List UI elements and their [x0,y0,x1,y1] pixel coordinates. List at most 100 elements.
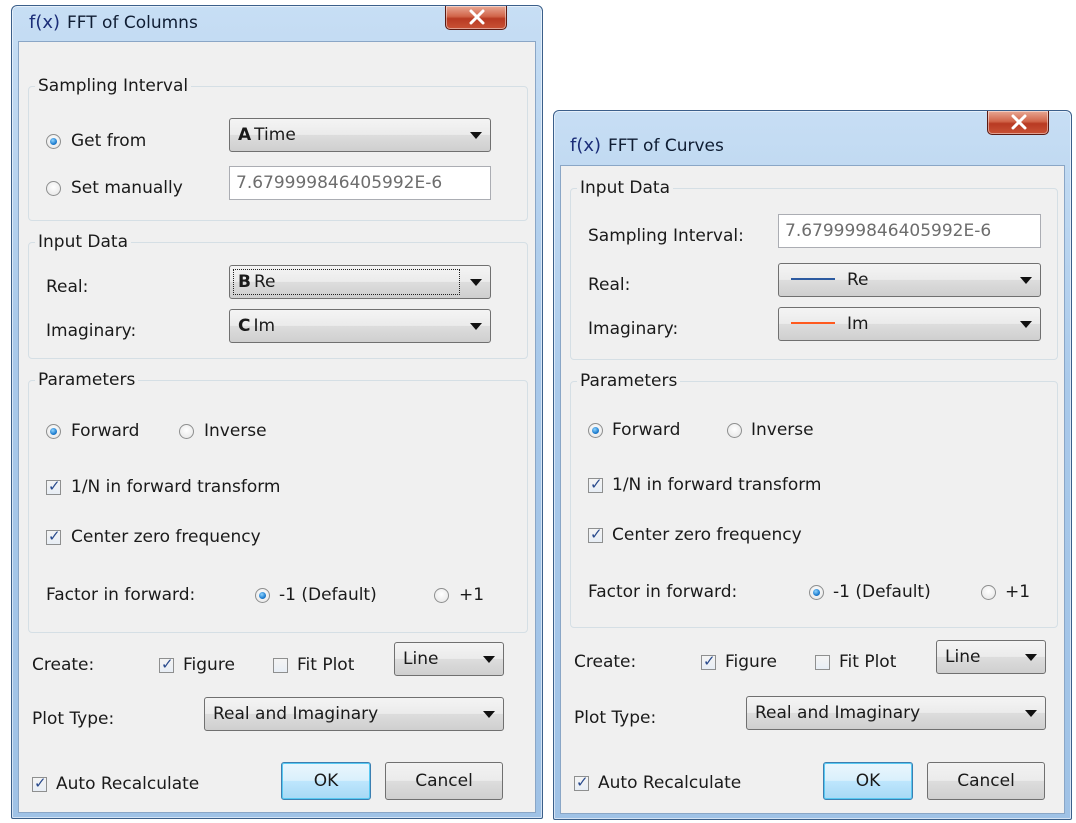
plot-type-label: Plot Type: [574,708,657,728]
chevron-down-icon [470,279,482,286]
inverse-radio[interactable] [179,424,194,439]
factor-label: Factor in forward: [46,585,196,605]
group-label: Sampling Interval [35,75,192,97]
dialog-body: Input Data Sampling Interval: 7.67999984… [560,165,1065,814]
group-label: Input Data [577,177,674,199]
column-name: Time [254,125,296,145]
plot-type-select[interactable]: Real and Imaginary [204,697,504,731]
factor-default-label: -1 (Default) [279,585,377,605]
forward-label: Forward [71,421,140,441]
close-icon [469,9,485,25]
column-name: Im [253,316,276,336]
real-curve-select[interactable]: Re [778,263,1041,297]
one-over-n-label: 1/N in forward transform [71,477,281,497]
line-type-select[interactable]: Line [936,640,1046,674]
figure-label: Figure [725,652,777,672]
column-letter: A [238,125,252,145]
forward-label: Forward [612,420,681,440]
imaginary-label: Imaginary: [46,321,137,341]
chevron-down-icon [470,323,482,330]
sampling-interval-input[interactable]: 7.679999846405992E-6 [229,166,491,200]
chevron-down-icon [1025,710,1037,717]
factor-plus-radio[interactable] [981,585,996,600]
time-column-select[interactable]: A Time [229,118,491,152]
real-label: Real: [588,275,631,295]
figure-label: Figure [183,655,235,675]
factor-default-radio[interactable] [809,585,824,600]
ok-button[interactable]: OK [281,762,371,800]
fx-app-icon: f(x) [570,135,602,156]
one-over-n-checkbox[interactable] [46,477,61,495]
forward-radio[interactable] [588,423,603,438]
plot-type-label: Plot Type: [32,709,115,729]
auto-recalculate-label: Auto Recalculate [56,774,200,794]
factor-plus-label: +1 [459,585,485,605]
center-zero-label: Center zero frequency [612,525,802,545]
fit-plot-checkbox[interactable] [273,658,288,673]
center-zero-checkbox[interactable] [46,527,61,545]
close-button[interactable] [987,111,1049,135]
curve-name: Re [847,270,869,290]
cancel-button[interactable]: Cancel [385,762,503,800]
auto-recalculate-checkbox[interactable] [32,774,47,792]
sampling-interval-label: Sampling Interval: [588,226,744,246]
chevron-down-icon [470,132,482,139]
title-bar[interactable]: f(x) FFT of Columns [12,6,542,42]
dialog-title: FFT of Columns [67,13,198,33]
one-over-n-checkbox[interactable] [588,475,603,493]
fit-plot-checkbox[interactable] [815,655,830,670]
fit-plot-label: Fit Plot [839,652,897,672]
fx-app-icon: f(x) [29,12,61,33]
column-name: Re [253,272,276,292]
line-type-select[interactable]: Line [394,642,504,676]
set-manually-radio[interactable] [46,181,61,196]
curve-name: Im [847,314,869,334]
center-zero-checkbox[interactable] [588,525,603,543]
curve-line-swatch [791,277,835,280]
imaginary-curve-select[interactable]: Im [778,307,1041,341]
figure-checkbox[interactable] [159,655,174,673]
factor-plus-radio[interactable] [434,588,449,603]
chevron-down-icon [483,711,495,718]
close-button[interactable] [445,6,507,30]
figure-checkbox[interactable] [701,652,716,670]
ok-button[interactable]: OK [823,762,913,800]
sampling-interval-group: Sampling Interval [28,75,528,221]
chevron-down-icon [1020,321,1032,328]
get-from-radio[interactable] [46,134,61,149]
factor-label: Factor in forward: [588,582,738,602]
real-label: Real: [46,277,89,297]
fft-curves-dialog: f(x) FFT of Curves Input Data Sampling I… [553,110,1072,820]
real-column-select[interactable]: B Re [229,265,491,299]
imaginary-label: Imaginary: [588,319,679,339]
inverse-label: Inverse [204,421,267,441]
auto-recalculate-label: Auto Recalculate [598,773,742,793]
dialog-body: Sampling Interval Get from A Time Set man… [18,41,536,813]
factor-default-radio[interactable] [255,588,270,603]
group-label: Parameters [35,369,139,391]
create-label: Create: [32,655,95,675]
column-letter: B [238,272,251,292]
plot-type-select[interactable]: Real and Imaginary [746,696,1046,730]
chevron-down-icon [1025,654,1037,661]
factor-plus-label: +1 [1005,582,1031,602]
sampling-interval-input[interactable]: 7.679999846405992E-6 [778,214,1041,248]
title-bar[interactable]: f(x) FFT of Curves [554,111,1071,156]
create-label: Create: [574,652,637,672]
one-over-n-label: 1/N in forward transform [612,475,822,495]
imaginary-column-select[interactable]: C Im [229,309,491,343]
fit-plot-label: Fit Plot [297,655,355,675]
curve-line-swatch [791,321,835,324]
center-zero-label: Center zero frequency [71,527,261,547]
get-from-label: Get from [71,131,147,151]
inverse-radio[interactable] [727,423,742,438]
fft-columns-dialog: f(x) FFT of Columns Sampling Interval Ge… [11,5,543,819]
cancel-button[interactable]: Cancel [927,762,1045,800]
auto-recalculate-checkbox[interactable] [574,773,589,791]
chevron-down-icon [1020,277,1032,284]
chevron-down-icon [483,656,495,663]
close-icon [1011,114,1027,130]
set-manually-label: Set manually [71,178,183,198]
column-letter: C [238,316,251,336]
forward-radio[interactable] [46,424,61,439]
